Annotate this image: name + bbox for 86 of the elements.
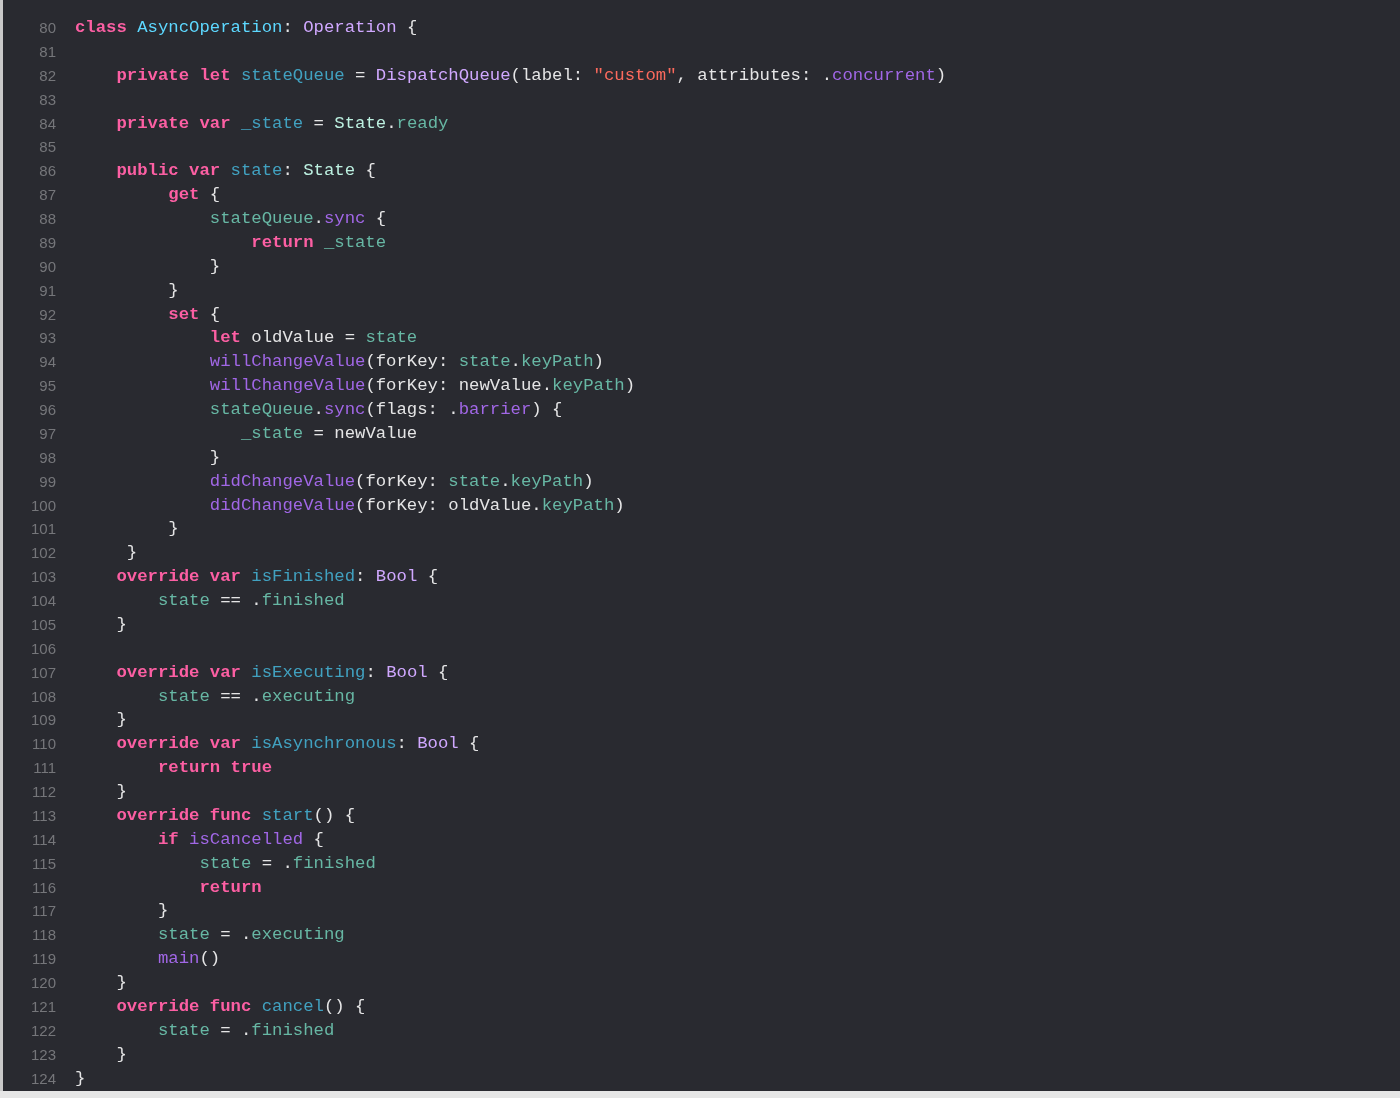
code-line: public var state: State { — [115, 160, 376, 183]
code-line: return true — [156, 757, 273, 780]
line-number: 94 — [38, 352, 56, 373]
code-line: } — [208, 255, 221, 278]
code-line: if isCancelled { — [156, 828, 324, 851]
code-line: willChangeValue(forKey: newValue.keyPath) — [208, 375, 635, 398]
line-number: 123 — [29, 1044, 56, 1065]
code-line: override func cancel() { — [115, 995, 366, 1018]
code-line: return — [198, 876, 262, 899]
code-line: } — [115, 613, 127, 636]
line-number: 111 — [32, 758, 56, 779]
line-number: 108 — [29, 686, 56, 707]
line-number: 96 — [38, 400, 56, 420]
line-number: 101 — [29, 519, 56, 540]
line-number: 92 — [38, 304, 56, 325]
line-number: 117 — [31, 901, 56, 922]
line-number: 122 — [29, 1020, 56, 1041]
code-line: class AsyncOperation: Operation { — [75, 17, 418, 39]
line-number: 86 — [38, 161, 56, 182]
code-line: let oldValue = state — [208, 327, 418, 350]
code-line: didChangeValue(forKey: state.keyPath) — [208, 470, 594, 493]
line-number: 121 — [29, 996, 56, 1017]
code-line: state = .executing — [156, 924, 345, 947]
line-number: 114 — [31, 829, 56, 850]
code-line: } — [75, 1067, 86, 1090]
code-line: } — [167, 518, 179, 541]
code-line: override var isExecuting: Bool { — [115, 661, 449, 684]
line-number: 105 — [29, 614, 56, 635]
line-number: 102 — [29, 543, 56, 564]
line-number: 107 — [29, 662, 56, 683]
line-number: 124 — [29, 1068, 56, 1089]
code-line: } — [115, 1043, 127, 1066]
code-line: stateQueue.sync(flags: .barrier) { — [208, 399, 563, 421]
line-number: 112 — [31, 782, 56, 802]
code-line: } — [208, 446, 221, 469]
line-number: 113 — [31, 805, 56, 826]
code-line: get { — [167, 184, 221, 207]
line-number: 104 — [29, 591, 56, 611]
line-number: 99 — [38, 471, 56, 492]
line-number: 98 — [38, 447, 56, 468]
line-number: 93 — [38, 328, 56, 349]
line-number: 88 — [38, 209, 56, 229]
line-number: 84 — [38, 113, 56, 134]
code-line: didChangeValue(forKey: oldValue.keyPath) — [208, 494, 625, 517]
code-line: stateQueue.sync { — [208, 208, 387, 230]
line-number: 95 — [38, 376, 56, 397]
code-line: state = .finished — [156, 1019, 335, 1042]
code-line: } — [115, 781, 127, 803]
line-number: 110 — [31, 734, 56, 755]
code-line: set { — [167, 303, 221, 326]
code-line: willChangeValue(forKey: state.keyPath) — [208, 351, 604, 374]
line-number: 83 — [38, 89, 56, 110]
line-number: 106 — [29, 638, 56, 659]
code-line: override var isFinished: Bool { — [115, 566, 438, 589]
code-line: } — [125, 542, 138, 565]
code-line: state == .finished — [156, 590, 345, 612]
code-line: override var isAsynchronous: Bool { — [115, 733, 480, 756]
line-number: 116 — [31, 877, 56, 898]
line-number: 103 — [29, 567, 56, 588]
code-line: return _state — [250, 231, 387, 254]
code-line: _state = newValue — [239, 422, 418, 445]
code-line: } — [156, 900, 169, 923]
code-line: main() — [156, 948, 221, 971]
line-number: 118 — [31, 925, 56, 946]
line-number: 91 — [38, 280, 56, 301]
code-line: } — [115, 709, 127, 732]
line-number: 89 — [38, 232, 56, 253]
code-line: } — [115, 972, 127, 994]
code-line: state == .executing — [156, 685, 356, 708]
code-line: override func start() { — [115, 804, 355, 827]
line-number: 81 — [38, 41, 56, 62]
code-line: private var _state = State.ready — [115, 112, 449, 135]
line-number: 119 — [31, 949, 56, 970]
line-number: 80 — [38, 18, 56, 38]
line-number: 100 — [29, 495, 56, 516]
line-number: 97 — [38, 423, 56, 444]
line-number: 109 — [29, 710, 56, 731]
code-line: state = .finished — [198, 852, 376, 875]
line-number: 90 — [38, 256, 56, 277]
line-number: 82 — [38, 65, 56, 86]
code-line: private let stateQueue = DispatchQueue(label: "custom", attributes: .concurrent) — [115, 64, 947, 87]
code-line: } — [167, 279, 179, 302]
line-number: 87 — [38, 185, 56, 206]
line-number: 115 — [31, 853, 56, 874]
line-number: 85 — [38, 137, 56, 158]
line-number: 120 — [29, 973, 56, 993]
